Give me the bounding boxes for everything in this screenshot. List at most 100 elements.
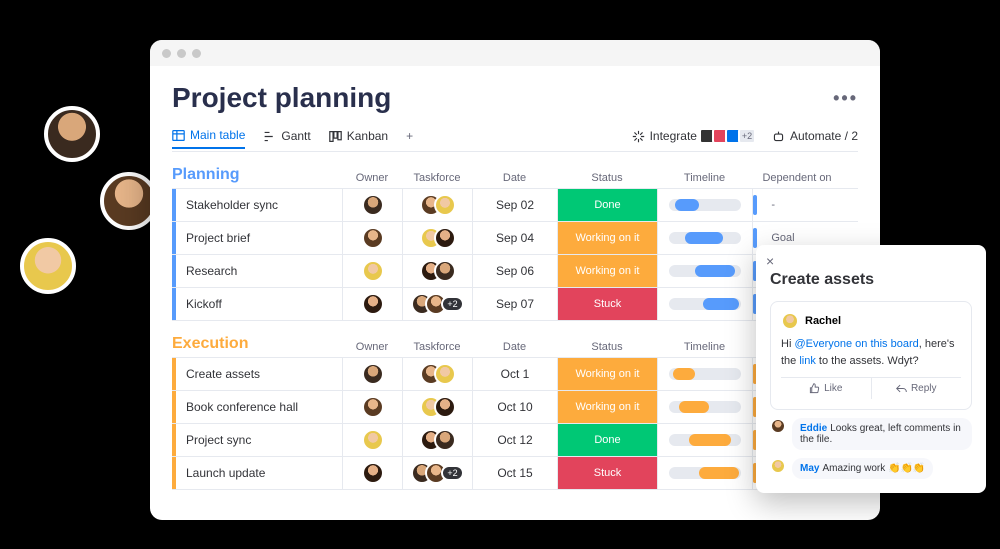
owner-cell[interactable] <box>342 391 402 423</box>
item-name-cell[interactable]: Project sync <box>172 424 342 456</box>
date-cell[interactable]: Sep 07 <box>472 288 557 320</box>
col-status: Status <box>557 341 657 357</box>
taskforce-cell[interactable] <box>402 222 472 254</box>
integration-overflow[interactable]: +2 <box>738 128 756 144</box>
timeline-cell[interactable] <box>657 288 752 320</box>
col-date: Date <box>472 172 557 188</box>
timeline-cell[interactable] <box>657 391 752 423</box>
mention[interactable]: @Everyone on this board <box>794 338 918 350</box>
taskforce-overflow[interactable]: +2 <box>441 465 463 481</box>
reply-button[interactable]: Reply <box>872 378 962 399</box>
integrate-label: Integrate <box>650 129 697 143</box>
col-date: Date <box>472 341 557 357</box>
status-cell[interactable]: Working on it <box>557 358 657 390</box>
table-icon <box>172 129 185 142</box>
item-name-cell[interactable]: Research <box>172 255 342 287</box>
table-row[interactable]: Stakeholder sync Sep 02Done - <box>172 189 858 222</box>
tab-gantt[interactable]: Gantt <box>263 129 310 148</box>
item-name-cell[interactable]: Stakeholder sync <box>172 189 342 221</box>
col-status: Status <box>557 172 657 188</box>
comment-link[interactable]: link <box>799 355 816 367</box>
more-menu-icon[interactable]: ••• <box>833 88 858 109</box>
taskforce-cell[interactable] <box>402 391 472 423</box>
date-cell[interactable]: Sep 04 <box>472 222 557 254</box>
owner-cell[interactable] <box>342 222 402 254</box>
group-name[interactable]: Execution <box>172 335 342 357</box>
timeline-cell[interactable] <box>657 424 752 456</box>
item-name-cell[interactable]: Kickoff <box>172 288 342 320</box>
status-cell[interactable]: Done <box>557 189 657 221</box>
item-name-cell[interactable]: Project brief <box>172 222 342 254</box>
taskforce-cell[interactable]: +2 <box>402 288 472 320</box>
owner-cell[interactable] <box>342 189 402 221</box>
owner-cell[interactable] <box>342 288 402 320</box>
group-name[interactable]: Planning <box>172 166 342 188</box>
col-timeline: Timeline <box>657 172 752 188</box>
tab-label: Kanban <box>347 129 388 143</box>
timeline-cell[interactable] <box>657 457 752 489</box>
comment-author-avatar <box>781 312 799 330</box>
item-name-cell[interactable]: Create assets <box>172 358 342 390</box>
owner-cell[interactable] <box>342 255 402 287</box>
add-view-button[interactable]: + <box>406 129 413 148</box>
status-cell[interactable]: Working on it <box>557 255 657 287</box>
window-dot <box>162 49 171 58</box>
integrate-button[interactable]: Integrate +2 <box>632 128 756 149</box>
date-cell[interactable]: Sep 06 <box>472 255 557 287</box>
timeline-cell[interactable] <box>657 255 752 287</box>
status-cell[interactable]: Stuck <box>557 288 657 320</box>
taskforce-cell[interactable]: +2 <box>402 457 472 489</box>
window-titlebar <box>150 40 880 66</box>
comment-post: Rachel Hi @Everyone on this board, here'… <box>770 301 972 410</box>
date-cell[interactable]: Oct 10 <box>472 391 557 423</box>
item-name-cell[interactable]: Book conference hall <box>172 391 342 423</box>
date-cell[interactable]: Oct 12 <box>472 424 557 456</box>
owner-avatar <box>362 293 384 315</box>
like-button[interactable]: Like <box>781 378 872 399</box>
col-timeline: Timeline <box>657 341 752 357</box>
timeline-cell[interactable] <box>657 358 752 390</box>
reply-avatar <box>770 458 786 474</box>
date-cell[interactable]: Oct 15 <box>472 457 557 489</box>
owner-cell[interactable] <box>342 424 402 456</box>
taskforce-avatar <box>434 260 456 282</box>
col-taskforce: Taskforce <box>402 341 472 357</box>
status-cell[interactable]: Working on it <box>557 391 657 423</box>
dependent-cell[interactable]: - <box>752 189 842 221</box>
taskforce-overflow[interactable]: +2 <box>441 296 463 312</box>
col-taskforce: Taskforce <box>402 172 472 188</box>
taskforce-cell[interactable] <box>402 255 472 287</box>
status-cell[interactable]: Working on it <box>557 222 657 254</box>
taskforce-cell[interactable] <box>402 424 472 456</box>
col-dependent: Dependent on <box>752 172 842 188</box>
owner-cell[interactable] <box>342 358 402 390</box>
owner-avatar <box>362 462 384 484</box>
gantt-icon <box>263 130 276 143</box>
automate-button[interactable]: Automate / 2 <box>772 129 858 148</box>
status-cell[interactable]: Stuck <box>557 457 657 489</box>
taskforce-cell[interactable] <box>402 189 472 221</box>
reply-bubble: MayAmazing work 👏👏👏 <box>792 458 933 479</box>
reply-icon <box>896 383 907 394</box>
date-cell[interactable]: Sep 02 <box>472 189 557 221</box>
owner-cell[interactable] <box>342 457 402 489</box>
taskforce-cell[interactable] <box>402 358 472 390</box>
reply-bubble: EddieLooks great, left comments in the f… <box>792 418 972 450</box>
dependent-bar <box>753 228 757 248</box>
date-cell[interactable]: Oct 1 <box>472 358 557 390</box>
owner-avatar <box>362 227 384 249</box>
close-icon[interactable]: × <box>766 253 774 269</box>
timeline-cell[interactable] <box>657 222 752 254</box>
tab-kanban[interactable]: Kanban <box>329 129 388 148</box>
item-name-cell[interactable]: Launch update <box>172 457 342 489</box>
comment-reply: MayAmazing work 👏👏👏 <box>770 458 972 479</box>
reply-author: May <box>800 463 819 474</box>
comments-panel: × Create assets Rachel Hi @Everyone on t… <box>756 245 986 493</box>
reply-author: Eddie <box>800 423 827 434</box>
timeline-cell[interactable] <box>657 189 752 221</box>
status-cell[interactable]: Done <box>557 424 657 456</box>
table-row[interactable]: Project briefSep 04Working on itGoal <box>172 222 858 255</box>
taskforce-avatar <box>434 227 456 249</box>
tab-main-table[interactable]: Main table <box>172 128 245 149</box>
comment-body: Hi @Everyone on this board, here's the l… <box>781 336 961 369</box>
